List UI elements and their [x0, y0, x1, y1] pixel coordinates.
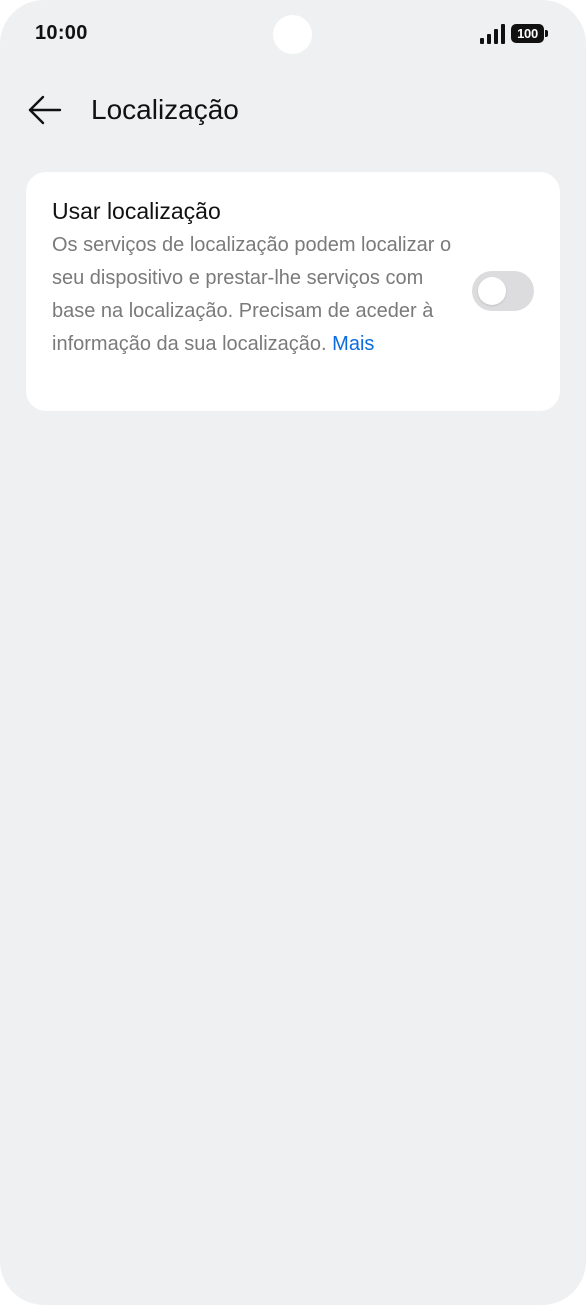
use-location-card[interactable]: Usar localização Os serviços de localiza… — [26, 172, 560, 411]
camera-cutout — [273, 15, 312, 54]
phone-screen: 10:00 100 Localização Usar localização O… — [0, 0, 586, 1305]
toggle-knob — [478, 277, 506, 305]
back-button[interactable] — [22, 90, 66, 130]
signal-bars-icon — [480, 24, 505, 44]
use-location-toggle[interactable] — [472, 271, 534, 311]
use-location-description: Os serviços de localização podem localiz… — [52, 229, 457, 361]
use-location-text: Usar localização Os serviços de localiza… — [52, 196, 457, 361]
battery-tip — [545, 30, 548, 37]
status-bar: 10:00 100 — [0, 0, 586, 66]
arrow-left-icon — [28, 95, 62, 125]
page-title: Localização — [91, 94, 239, 125]
battery-icon: 100 — [511, 24, 549, 44]
app-header: Localização — [0, 82, 586, 138]
battery-level: 100 — [511, 24, 544, 43]
status-time: 10:00 — [35, 22, 88, 44]
use-location-title: Usar localização — [52, 198, 221, 224]
use-location-description-text: Os serviços de localização podem localiz… — [52, 234, 452, 355]
more-link[interactable]: Mais — [332, 333, 374, 355]
